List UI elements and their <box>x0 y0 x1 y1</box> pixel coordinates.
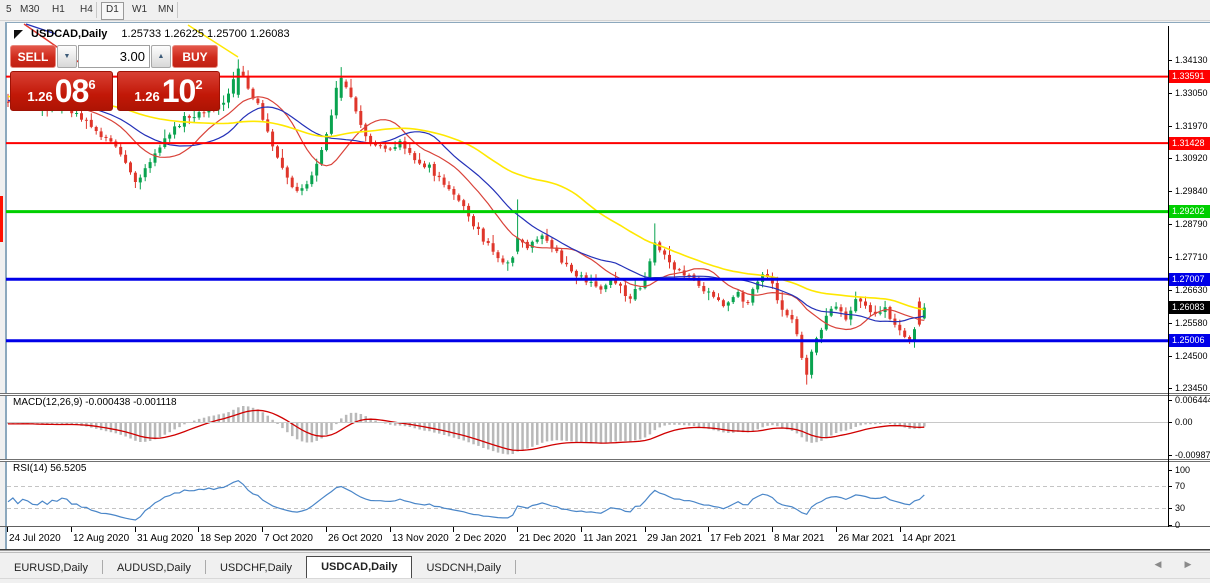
rsi-axis-label: 0 <box>1175 520 1210 531</box>
time-axis-label: 31 Aug 2020 <box>137 533 193 544</box>
level-price-tag: 1.31428 <box>1169 137 1210 150</box>
bid-price-panel[interactable]: 1.26 08 6 <box>10 71 113 111</box>
tab-usdcnh[interactable]: USDCNH,Daily <box>412 558 515 578</box>
time-axis-tick <box>453 527 454 532</box>
tab-scroll-right-icon[interactable]: ▶ <box>1180 557 1196 571</box>
tab-usdchf[interactable]: USDCHF,Daily <box>206 558 306 578</box>
ask-price-prefix: 1.26 <box>134 89 159 104</box>
price-axis-label: 1.29840 <box>1175 186 1210 197</box>
time-axis-tick <box>7 527 8 532</box>
time-axis-tick <box>517 527 518 532</box>
time-axis-tick <box>708 527 709 532</box>
price-axis-label: 1.34130 <box>1175 55 1210 66</box>
tab-scroll-left-icon[interactable]: ◀ <box>1150 557 1166 571</box>
rsi-indicator-label: RSI(14) 56.5205 <box>13 463 86 474</box>
time-axis-label: 2 Dec 2020 <box>455 533 506 544</box>
bid-price-pipette: 6 <box>88 77 95 92</box>
time-axis-label: 26 Mar 2021 <box>838 533 894 544</box>
macd-indicator-label: MACD(12,26,9) -0.000438 -0.001118 <box>13 397 177 408</box>
time-axis-tick <box>390 527 391 532</box>
time-axis-label: 7 Oct 2020 <box>264 533 313 544</box>
time-axis-tick <box>135 527 136 532</box>
macd-axis-label: 0.006444 <box>1175 395 1210 406</box>
macd-axis-label: 0.00 <box>1175 417 1210 428</box>
one-click-trading-panel: SELL ▼ ▲ BUY 1.26 08 6 1.26 10 2 <box>10 45 220 111</box>
price-axis-label: 1.28790 <box>1175 219 1210 230</box>
time-axis-label: 18 Sep 2020 <box>200 533 257 544</box>
volume-increase-button[interactable]: ▲ <box>151 45 171 68</box>
current-price-tag: 1.26083 <box>1169 301 1210 314</box>
time-axis-label: 8 Mar 2021 <box>774 533 825 544</box>
time-axis-label: 17 Feb 2021 <box>710 533 766 544</box>
price-axis-label: 1.31970 <box>1175 121 1210 132</box>
time-axis-tick <box>581 527 582 532</box>
tab-audusd[interactable]: AUDUSD,Daily <box>103 558 205 578</box>
time-axis-label: 29 Jan 2021 <box>647 533 702 544</box>
rsi-axis-label: 30 <box>1175 503 1210 514</box>
time-axis-tick <box>645 527 646 532</box>
rsi-axis-label: 100 <box>1175 465 1210 476</box>
chart-window-bottom-border-2 <box>0 550 1210 551</box>
trading-app-window: 5M30H1H4D1W1MN USDCAD,Daily 1.25733 1.26… <box>0 0 1210 583</box>
price-axis-label: 1.24500 <box>1175 351 1210 362</box>
ask-price-big-digits: 10 <box>162 73 196 110</box>
ask-price-panel[interactable]: 1.26 10 2 <box>117 71 220 111</box>
level-price-tag: 1.29202 <box>1169 205 1210 218</box>
time-axis-label: 24 Jul 2020 <box>9 533 61 544</box>
time-axis-tick <box>326 527 327 532</box>
time-axis-label: 14 Apr 2021 <box>902 533 956 544</box>
chart-title: USDCAD,Daily 1.25733 1.26225 1.25700 1.2… <box>14 27 290 41</box>
time-axis-tick <box>71 527 72 532</box>
tab-usdcad[interactable]: USDCAD,Daily <box>306 556 412 579</box>
chart-tab-bar: EURUSD,DailyAUDUSD,DailyUSDCHF,DailyUSDC… <box>0 552 1210 579</box>
ask-price-pipette: 2 <box>195 77 202 92</box>
tab-eurusd[interactable]: EURUSD,Daily <box>0 558 102 578</box>
time-axis-tick <box>900 527 901 532</box>
time-axis-label: 11 Jan 2021 <box>583 533 637 544</box>
sell-button[interactable]: SELL <box>10 45 56 68</box>
price-axis-label: 1.26630 <box>1175 285 1210 296</box>
bid-price-prefix: 1.26 <box>27 89 52 104</box>
time-axis-tick <box>262 527 263 532</box>
price-axis-label: 1.30920 <box>1175 153 1210 164</box>
symbol-period-label: USDCAD,Daily <box>31 28 107 40</box>
time-axis-label: 12 Aug 2020 <box>73 533 129 544</box>
volume-decrease-button[interactable]: ▼ <box>57 45 77 68</box>
arrow-down-icon: ▼ <box>64 53 71 60</box>
buy-button[interactable]: BUY <box>172 45 218 68</box>
window-corner-triangle-icon <box>14 30 23 39</box>
volume-input[interactable] <box>78 45 150 68</box>
macd-axis-label: -0.009871 <box>1175 450 1210 461</box>
level-price-tag: 1.25006 <box>1169 334 1210 347</box>
tab-separator <box>515 560 516 574</box>
price-axis-label: 1.23450 <box>1175 383 1210 394</box>
time-axis-tick <box>836 527 837 532</box>
time-axis-tick <box>772 527 773 532</box>
rsi-axis-label: 70 <box>1175 481 1210 492</box>
time-axis-label: 21 Dec 2020 <box>519 533 576 544</box>
time-axis-label: 26 Oct 2020 <box>328 533 382 544</box>
price-axis-label: 1.27710 <box>1175 252 1210 263</box>
time-axis-tick <box>198 527 199 532</box>
bid-price-big-digits: 08 <box>55 73 89 110</box>
status-strip <box>0 578 1210 583</box>
level-price-tag: 1.33591 <box>1169 70 1210 83</box>
arrow-up-icon: ▲ <box>158 53 165 60</box>
time-axis-label: 13 Nov 2020 <box>392 533 449 544</box>
ohlc-values: 1.25733 1.26225 1.25700 1.26083 <box>121 28 289 40</box>
price-axis-label: 1.25580 <box>1175 318 1210 329</box>
price-axis-label: 1.33050 <box>1175 88 1210 99</box>
level-price-tag: 1.27007 <box>1169 273 1210 286</box>
